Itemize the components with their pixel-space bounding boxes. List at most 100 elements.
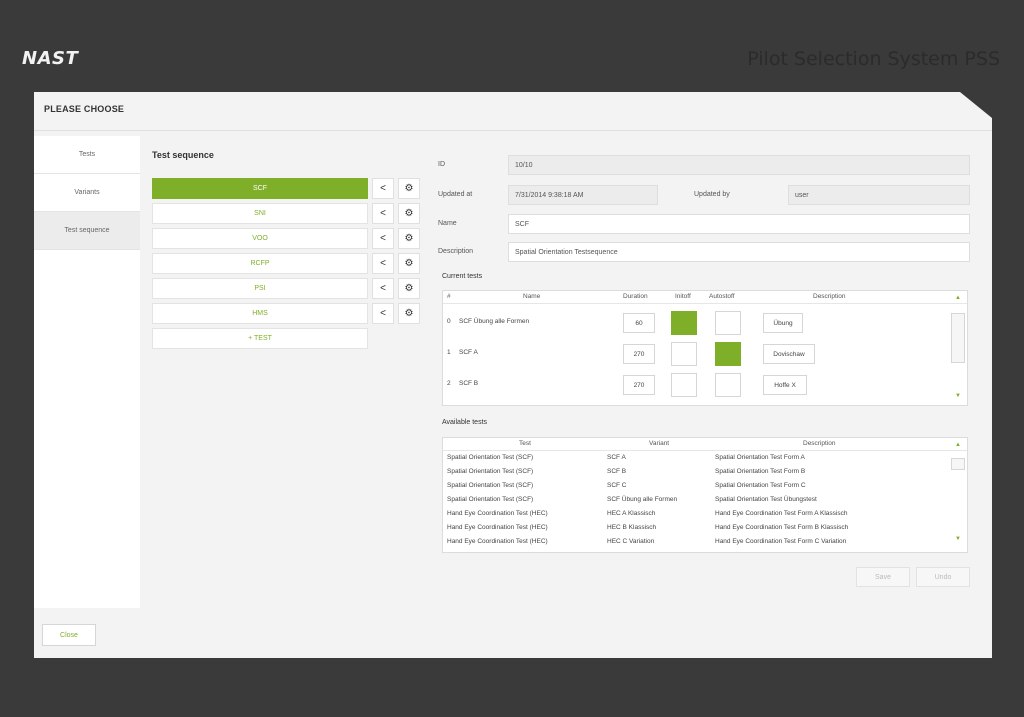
- col-header-test: Test: [519, 440, 531, 447]
- main-window: PLEASE CHOOSE Tests Variants Test sequen…: [34, 92, 992, 658]
- chevron-up-icon[interactable]: ▲: [955, 295, 961, 301]
- gear-icon[interactable]: ⚙: [398, 253, 420, 274]
- description-cell: Spatial Orientation Test Übungstest: [715, 496, 817, 503]
- sequence-item-rcfp[interactable]: RCFP: [152, 253, 368, 274]
- sequence-item-psi[interactable]: PSI: [152, 278, 368, 299]
- row-index: 2: [447, 380, 451, 387]
- gear-icon[interactable]: ⚙: [398, 303, 420, 324]
- nav-item-variants[interactable]: Variants: [34, 174, 140, 212]
- description-input[interactable]: Übung: [763, 313, 803, 333]
- gear-icon[interactable]: ⚙: [398, 203, 420, 224]
- nav-item-test-sequence[interactable]: Test sequence: [34, 212, 140, 250]
- gear-icon[interactable]: ⚙: [398, 228, 420, 249]
- add-test-button[interactable]: + TEST: [152, 328, 368, 349]
- share-icon[interactable]: <: [372, 203, 394, 224]
- description-cell: Spatial Orientation Test Form B: [715, 468, 806, 475]
- test-cell: Spatial Orientation Test (SCF): [447, 496, 534, 503]
- table-row[interactable]: Spatial Orientation Test (SCF) SCF A Spa…: [443, 454, 947, 468]
- id-field: 10/10: [508, 155, 970, 175]
- share-icon[interactable]: <: [372, 178, 394, 199]
- col-header-name: Name: [523, 293, 541, 300]
- table-row[interactable]: Hand Eye Coordination Test (HEC) HEC C V…: [443, 538, 947, 552]
- variant-cell: HEC A Klassisch: [607, 510, 656, 517]
- sequence-item-voo[interactable]: VOO: [152, 228, 368, 249]
- share-icon[interactable]: <: [372, 253, 394, 274]
- sequence-list: SCF < ⚙ SNI < ⚙ VOO < ⚙ RCFP < ⚙ PSI < ⚙…: [152, 176, 420, 351]
- row-index: 1: [447, 349, 451, 356]
- table-row[interactable]: Hand Eye Coordination Test (HEC) HEC A K…: [443, 510, 947, 524]
- initoff-checkbox[interactable]: [671, 342, 697, 366]
- duration-input[interactable]: 270: [623, 375, 655, 395]
- sequence-item-sni[interactable]: SNI: [152, 203, 368, 224]
- brand-logo: NAST: [22, 48, 79, 69]
- col-header-description: Description: [803, 440, 836, 447]
- test-cell: Hand Eye Coordination Test (HEC): [447, 510, 548, 517]
- description-input[interactable]: Hoffe X: [763, 375, 807, 395]
- share-icon[interactable]: <: [372, 278, 394, 299]
- sequence-item-scf[interactable]: SCF: [152, 178, 368, 199]
- description-cell: Hand Eye Coordination Test Form C Variat…: [715, 538, 847, 545]
- variant-cell: SCF A: [607, 454, 626, 461]
- table-row[interactable]: Spatial Orientation Test (SCF) SCF B Spa…: [443, 468, 947, 482]
- autostoff-checkbox[interactable]: [715, 311, 741, 335]
- header-divider: [443, 303, 967, 304]
- row-name: SCF B: [459, 380, 479, 387]
- initoff-checkbox[interactable]: [671, 373, 697, 397]
- description-input[interactable]: Dovischaw: [763, 344, 815, 364]
- table-row[interactable]: Spatial Orientation Test (SCF) SCF Übung…: [443, 496, 947, 510]
- test-cell: Spatial Orientation Test (SCF): [447, 454, 534, 461]
- scrollbar-thumb[interactable]: [951, 458, 965, 470]
- gear-icon[interactable]: ⚙: [398, 178, 420, 199]
- chevron-down-icon[interactable]: ▼: [955, 536, 961, 542]
- close-button[interactable]: Close: [42, 624, 96, 646]
- share-icon[interactable]: <: [372, 303, 394, 324]
- sequence-row: SCF < ⚙: [152, 176, 420, 201]
- variant-cell: SCF Übung alle Formen: [607, 496, 678, 503]
- name-input[interactable]: SCF: [508, 214, 970, 234]
- sequence-row: + TEST: [152, 326, 420, 351]
- col-header-variant: Variant: [649, 440, 670, 447]
- description-cell: Spatial Orientation Test Form C: [715, 482, 806, 489]
- updated-at-label: Updated at: [438, 191, 473, 198]
- chevron-up-icon[interactable]: ▲: [955, 442, 961, 448]
- share-icon[interactable]: <: [372, 228, 394, 249]
- id-label: ID: [438, 161, 445, 168]
- autostoff-checkbox[interactable]: [715, 373, 741, 397]
- variant-cell: SCF C: [607, 482, 627, 489]
- autostoff-checkbox[interactable]: [715, 342, 741, 366]
- variant-cell: HEC C Variation: [607, 538, 655, 545]
- row-name: SCF A: [459, 349, 478, 356]
- row-index: 0: [447, 318, 451, 325]
- test-cell: Spatial Orientation Test (SCF): [447, 482, 534, 489]
- col-header-duration: Duration: [623, 293, 648, 300]
- header-divider: [443, 450, 967, 451]
- sequence-row: PSI < ⚙: [152, 276, 420, 301]
- nav-item-tests[interactable]: Tests: [34, 136, 140, 174]
- description-input[interactable]: Spatial Orientation Testsequence: [508, 242, 970, 262]
- save-button[interactable]: Save: [856, 567, 910, 587]
- scrollbar-thumb[interactable]: [951, 313, 965, 363]
- gear-icon[interactable]: ⚙: [398, 278, 420, 299]
- duration-input[interactable]: 270: [623, 344, 655, 364]
- sequence-row: VOO < ⚙: [152, 226, 420, 251]
- undo-button[interactable]: Undo: [916, 567, 970, 587]
- window-title: PLEASE CHOOSE: [44, 104, 125, 114]
- duration-input[interactable]: 60: [623, 313, 655, 333]
- test-cell: Spatial Orientation Test (SCF): [447, 468, 534, 475]
- table-row[interactable]: Hand Eye Coordination Test (HEC) HEC B K…: [443, 524, 947, 538]
- sequence-row: RCFP < ⚙: [152, 251, 420, 276]
- app-title: Pilot Selection System PSS: [747, 48, 1000, 70]
- side-nav: Tests Variants Test sequence: [34, 136, 140, 608]
- sequence-item-hms[interactable]: HMS: [152, 303, 368, 324]
- initoff-checkbox[interactable]: [671, 311, 697, 335]
- title-divider: [34, 130, 992, 131]
- description-label: Description: [438, 248, 474, 255]
- name-label: Name: [438, 220, 457, 227]
- test-cell: Hand Eye Coordination Test (HEC): [447, 524, 548, 531]
- updated-by-field: user: [788, 185, 970, 205]
- available-tests-title: Available tests: [442, 419, 488, 426]
- table-row[interactable]: Spatial Orientation Test (SCF) SCF C Spa…: [443, 482, 947, 496]
- chevron-down-icon[interactable]: ▼: [955, 393, 961, 399]
- col-header-autostoff: Autostoff: [709, 293, 735, 300]
- description-cell: Hand Eye Coordination Test Form A Klassi…: [715, 510, 848, 517]
